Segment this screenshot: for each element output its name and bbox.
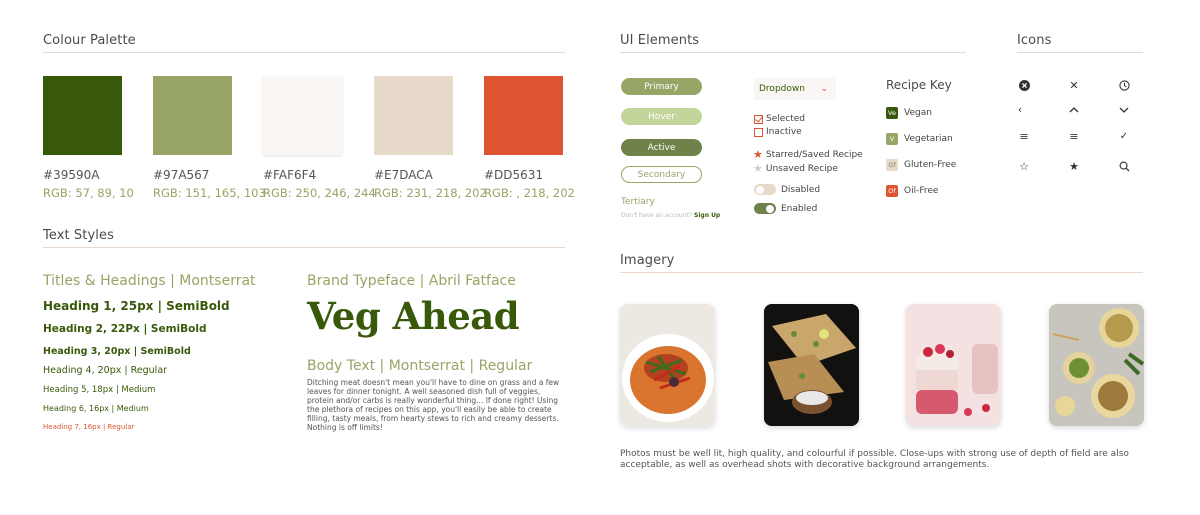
imagery-caption: Photos must be well lit, high quality, a… bbox=[620, 449, 1129, 470]
checkbox-unchecked[interactable] bbox=[754, 127, 763, 137]
icons-divider bbox=[1017, 52, 1143, 53]
swatch-hex: #39590A bbox=[43, 168, 100, 182]
heading-family-label: Titles & Headings | Montserrat bbox=[43, 273, 256, 289]
heading-3-sample: Heading 3, 20px | SemiBold bbox=[43, 346, 191, 357]
search-icon[interactable] bbox=[1117, 159, 1131, 173]
swatch-olive bbox=[153, 76, 232, 155]
clock-icon[interactable] bbox=[1117, 78, 1131, 92]
checkbox-checked[interactable] bbox=[754, 114, 763, 124]
text-styles-title: Text Styles bbox=[43, 228, 114, 243]
swatch-dark-green bbox=[43, 76, 122, 155]
toggle-enabled[interactable] bbox=[754, 203, 776, 214]
swatch-rgb: RGB: 231, 218, 202 bbox=[374, 186, 487, 200]
star-unsaved-label: Unsaved Recipe bbox=[765, 163, 838, 174]
swatch-rgb: RGB: , 218, 202 bbox=[484, 186, 575, 200]
brand-family-label: Brand Typeface | Abril Fatface bbox=[307, 273, 516, 289]
swatch-orange bbox=[484, 76, 563, 155]
active-button[interactable]: Active bbox=[621, 139, 702, 156]
imagery-title: Imagery bbox=[620, 253, 675, 268]
toggle-disabled-row[interactable]: Disabled bbox=[754, 184, 820, 195]
checkbox-selected-row[interactable]: Selected bbox=[754, 114, 805, 124]
ui-elements-title: UI Elements bbox=[620, 33, 700, 48]
swatch-hex: #E7DACA bbox=[374, 168, 433, 182]
vegetarian-badge: V bbox=[886, 133, 898, 145]
star-saved-label: Starred/Saved Recipe bbox=[765, 149, 863, 160]
signup-link[interactable]: Sign Up bbox=[694, 212, 720, 219]
heading-4-sample: Heading 4, 20px | Regular bbox=[43, 365, 168, 376]
gluten-free-badge: Gf bbox=[886, 159, 898, 171]
star-filled-icon[interactable]: ★ bbox=[753, 149, 763, 160]
check-icon[interactable]: ✓ bbox=[1117, 129, 1131, 143]
primary-button[interactable]: Primary bbox=[621, 78, 702, 95]
recipe-key-label: Vegan bbox=[904, 108, 932, 118]
food-photo-bowls bbox=[1049, 304, 1144, 426]
body-sample: Ditching meat doesn't mean you'll have t… bbox=[307, 378, 560, 432]
star-saved-row[interactable]: ★ Starred/Saved Recipe bbox=[753, 149, 863, 160]
toggle-disabled-label: Disabled bbox=[781, 184, 821, 195]
close-icon[interactable]: ✕ bbox=[1067, 78, 1081, 92]
recipe-key-label: Oil-Free bbox=[904, 186, 939, 196]
close-circle-icon[interactable] bbox=[1017, 78, 1031, 92]
signup-prompt-text: Don't have an account? bbox=[621, 212, 693, 219]
recipe-key-label: Gluten-Free bbox=[904, 160, 957, 170]
recipe-key-title: Recipe Key bbox=[886, 78, 952, 92]
secondary-button[interactable]: Secondary bbox=[621, 166, 702, 183]
swatch-rgb: RGB: 151, 165, 103 bbox=[153, 186, 266, 200]
food-photo-dessert bbox=[906, 304, 1001, 426]
recipe-key-item: Gf Gluten-Free bbox=[886, 159, 956, 171]
star-filled-icon[interactable]: ★ bbox=[1067, 159, 1081, 173]
checkbox-inactive-label: Inactive bbox=[766, 127, 802, 137]
swatch-rgb: RGB: 250, 246, 244 bbox=[263, 186, 376, 200]
oil-free-badge: Of bbox=[886, 185, 898, 197]
toggle-disabled[interactable] bbox=[754, 184, 776, 195]
chevron-up-icon[interactable] bbox=[1067, 103, 1081, 117]
heading-5-sample: Heading 5, 18px | Medium bbox=[43, 385, 156, 395]
chevron-down-icon[interactable] bbox=[1117, 103, 1131, 117]
colour-palette-title: Colour Palette bbox=[43, 33, 136, 48]
checkbox-selected-label: Selected bbox=[766, 114, 806, 124]
icons-title: Icons bbox=[1017, 33, 1052, 48]
recipe-key-item: Ve Vegan bbox=[886, 107, 932, 119]
menu-icon[interactable]: ≡ bbox=[1017, 129, 1031, 143]
star-unsaved-row[interactable]: ★ Unsaved Recipe bbox=[753, 163, 838, 174]
swatch-hex: #DD5631 bbox=[484, 168, 544, 182]
swatch-hex: #FAF6F4 bbox=[263, 168, 317, 182]
swatch-hex: #97A567 bbox=[153, 168, 210, 182]
brand-sample: Veg Ahead bbox=[307, 294, 520, 338]
heading-7-sample: Heading 7, 16px | Regular bbox=[43, 423, 135, 431]
body-family-label: Body Text | Montserrat | Regular bbox=[307, 358, 533, 374]
chevron-down-icon: ⌄ bbox=[820, 84, 828, 94]
ui-elements-divider bbox=[620, 52, 966, 53]
star-outline-icon[interactable]: ☆ bbox=[1017, 159, 1031, 173]
checkbox-inactive-row[interactable]: Inactive bbox=[754, 127, 802, 137]
toggle-enabled-label: Enabled bbox=[781, 203, 818, 214]
colour-palette-divider bbox=[43, 52, 565, 53]
swatch-rgb: RGB: 57, 89, 10 bbox=[43, 186, 134, 200]
swatch-off-white bbox=[263, 76, 342, 155]
menu-icon[interactable]: ≡ bbox=[1067, 129, 1081, 143]
food-photo-curry bbox=[620, 304, 715, 426]
swatch-beige bbox=[374, 76, 453, 155]
dropdown-label: Dropdown bbox=[759, 84, 805, 94]
text-styles-divider bbox=[43, 247, 565, 248]
tertiary-button[interactable]: Tertiary bbox=[621, 197, 655, 207]
chevron-left-icon[interactable]: ‹ bbox=[1013, 102, 1027, 116]
recipe-key-item: Of Oil-Free bbox=[886, 185, 938, 197]
heading-1-sample: Heading 1, 25px | SemiBold bbox=[43, 299, 230, 313]
imagery-divider bbox=[620, 272, 1143, 273]
heading-6-sample: Heading 6, 16px | Medium bbox=[43, 404, 149, 413]
toggle-enabled-row[interactable]: Enabled bbox=[754, 203, 817, 214]
heading-2-sample: Heading 2, 22Px | SemiBold bbox=[43, 323, 207, 335]
recipe-key-label: Vegetarian bbox=[904, 134, 953, 144]
recipe-key-item: V Vegetarian bbox=[886, 133, 953, 145]
signup-prompt: Don't have an account? Sign Up bbox=[621, 212, 720, 219]
vegan-badge: Ve bbox=[886, 107, 898, 119]
star-unfilled-icon[interactable]: ★ bbox=[753, 163, 763, 174]
dropdown-select[interactable]: Dropdown ⌄ bbox=[754, 78, 836, 100]
food-photo-flatbread bbox=[764, 304, 859, 426]
hover-button[interactable]: Hover bbox=[621, 108, 702, 125]
